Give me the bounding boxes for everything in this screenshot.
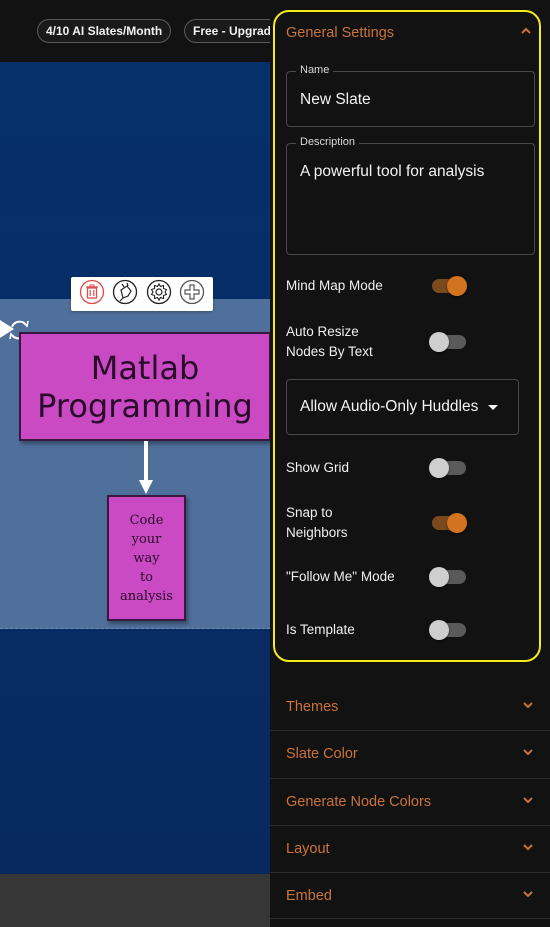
child-node-text: Code your way to analysis bbox=[120, 511, 173, 606]
is-template-label: Is Template bbox=[286, 622, 355, 637]
child-node-line: your bbox=[131, 531, 162, 547]
mind-map-mode-label: Mind Map Mode bbox=[286, 278, 383, 293]
mind-map-mode-row: Mind Map Mode bbox=[286, 276, 476, 296]
chevron-down-icon bbox=[522, 745, 534, 763]
is-template-toggle[interactable] bbox=[429, 618, 467, 642]
plug-icon bbox=[112, 279, 138, 310]
follow-me-toggle[interactable] bbox=[429, 565, 467, 589]
chevron-down-icon bbox=[522, 840, 534, 858]
auto-resize-row: Auto Resize Nodes By Text bbox=[286, 322, 476, 362]
child-node-line: way bbox=[133, 550, 160, 566]
snap-neighbors-label: Snap to Neighbors bbox=[286, 505, 348, 540]
description-input[interactable]: A powerful tool for analysis bbox=[300, 162, 525, 242]
toggle-thumb bbox=[447, 276, 467, 296]
node-toolbar bbox=[71, 277, 213, 311]
generate-node-colors-section-header[interactable]: Generate Node Colors bbox=[270, 778, 550, 825]
slate-color-title: Slate Color bbox=[286, 746, 358, 762]
name-input[interactable] bbox=[300, 91, 520, 109]
themes-section-header[interactable]: Themes bbox=[270, 683, 550, 730]
toggle-thumb bbox=[429, 620, 449, 640]
mind-map-node-child[interactable]: Code your way to analysis bbox=[107, 495, 186, 621]
toggle-thumb bbox=[429, 458, 449, 478]
add-node-button[interactable] bbox=[178, 279, 206, 310]
description-field-label: Description bbox=[296, 136, 360, 148]
huddle-mode-select[interactable]: Allow Audio-Only Huddles bbox=[286, 379, 519, 435]
themes-title: Themes bbox=[286, 698, 339, 715]
embed-title: Embed bbox=[286, 887, 332, 904]
child-node-line: Code bbox=[129, 512, 164, 528]
show-grid-toggle[interactable] bbox=[429, 456, 467, 480]
slate-canvas[interactable]: Matlab Programming Code your way to anal… bbox=[0, 62, 270, 874]
embed-section-header[interactable]: Embed bbox=[270, 872, 550, 919]
general-settings-section: General Settings Name Description A powe… bbox=[273, 10, 541, 662]
connector-arrowhead bbox=[139, 480, 153, 494]
description-field: Description A powerful tool for analysis bbox=[286, 136, 535, 255]
upgrade-plan-button[interactable]: Free - Upgrade bbox=[184, 19, 280, 43]
show-grid-label: Show Grid bbox=[286, 460, 350, 475]
name-field-label: Name bbox=[296, 64, 334, 76]
is-template-row: Is Template bbox=[286, 620, 476, 640]
follow-me-label: "Follow Me" Mode bbox=[286, 569, 395, 584]
toggle-thumb bbox=[447, 513, 467, 533]
mind-map-node-main[interactable]: Matlab Programming bbox=[19, 332, 270, 441]
connect-node-button[interactable] bbox=[111, 279, 139, 310]
auto-resize-toggle[interactable] bbox=[429, 330, 467, 354]
snap-neighbors-toggle[interactable] bbox=[429, 511, 467, 535]
node-connector-line bbox=[144, 441, 148, 485]
chevron-down-icon bbox=[522, 793, 534, 811]
toggle-thumb bbox=[429, 332, 449, 352]
name-field: Name bbox=[286, 64, 535, 127]
node-text: Matlab Programming bbox=[37, 348, 253, 425]
node-settings-button[interactable] bbox=[145, 279, 173, 310]
snap-neighbors-row: Snap to Neighbors bbox=[286, 503, 476, 543]
general-settings-title: General Settings bbox=[286, 25, 395, 41]
general-settings-header[interactable]: General Settings bbox=[286, 23, 532, 43]
auto-resize-label: Auto Resize Nodes By Text bbox=[286, 324, 373, 359]
child-node-line: analysis bbox=[120, 588, 173, 604]
toggle-thumb bbox=[429, 567, 449, 587]
plus-icon bbox=[179, 279, 205, 310]
settings-panel: General Settings Name Description A powe… bbox=[270, 0, 550, 927]
chevron-down-icon bbox=[522, 698, 534, 716]
canvas-bottom-bar bbox=[0, 874, 270, 927]
generate-node-colors-title: Generate Node Colors bbox=[286, 794, 432, 810]
caret-down-icon bbox=[488, 404, 499, 410]
follow-me-row: "Follow Me" Mode bbox=[286, 567, 476, 587]
chevron-down-icon bbox=[522, 887, 534, 905]
gear-icon bbox=[146, 279, 172, 310]
layout-title: Layout bbox=[286, 841, 330, 857]
huddle-mode-value: Allow Audio-Only Huddles bbox=[300, 398, 479, 415]
ai-slates-usage-badge[interactable]: 4/10 AI Slates/Month bbox=[37, 19, 172, 43]
trash-icon bbox=[79, 279, 105, 310]
show-grid-row: Show Grid bbox=[286, 458, 476, 478]
chevron-up-icon bbox=[520, 24, 532, 42]
delete-node-button[interactable] bbox=[78, 279, 106, 310]
layout-section-header[interactable]: Layout bbox=[270, 825, 550, 872]
slate-color-section-header[interactable]: Slate Color bbox=[270, 730, 550, 777]
child-node-line: to bbox=[139, 569, 154, 585]
mind-map-mode-toggle[interactable] bbox=[429, 274, 467, 298]
